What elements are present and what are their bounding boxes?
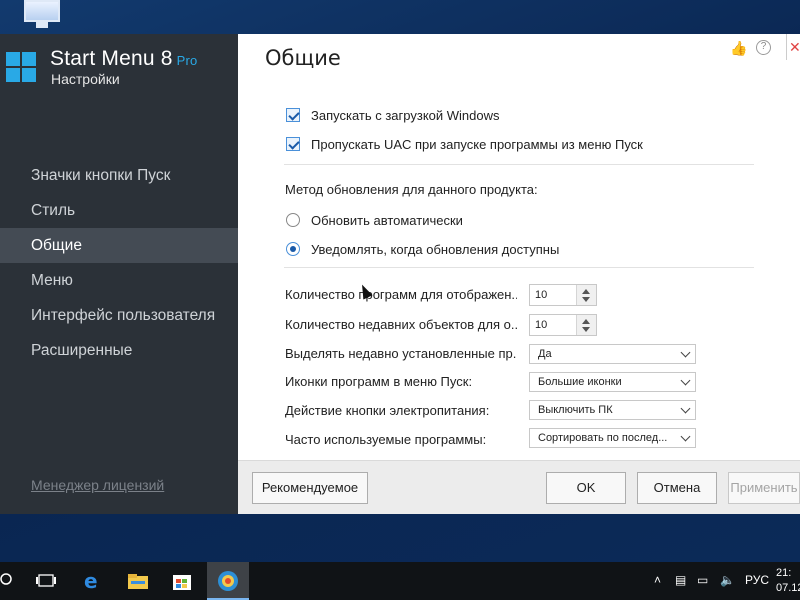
windows-logo-icon [6,52,38,84]
volume-icon[interactable]: 🔈 [720,573,735,587]
programs-count-label: Количество программ для отображен... [285,287,517,302]
update-auto-radio-row[interactable]: Обновить автоматически [286,211,463,229]
recent-count-stepper[interactable]: 10 [529,314,597,336]
power-value: Выключить ПК [538,404,613,416]
startup-checkbox-label: Запускать с загрузкой Windows [311,107,500,123]
chevron-down-icon [680,347,691,358]
skip-uac-checkbox-label: Пропускать UAC при запуске программы из … [311,136,643,152]
clock-time: 21: [776,567,792,579]
sidebar: Start Menu 8 Pro Настройки Значки кнопки … [0,34,238,514]
divider [284,267,754,268]
network-icon[interactable]: ▤ [675,573,686,587]
file-explorer-icon[interactable] [118,562,158,600]
clock-date: 07.12 [776,582,800,594]
clock[interactable]: 21: 07.12 [776,566,800,596]
sidebar-item-general[interactable]: Общие [0,228,238,263]
main-panel: Общие 👍 ? ✕ Запускать с загрузкой Window… [238,34,800,514]
sidebar-nav: Значки кнопки Пуск Стиль Общие Меню Инте… [0,158,238,368]
icons-label: Иконки программ в меню Пуск: [285,374,473,389]
icons-value: Большие иконки [538,376,622,388]
dialog-footer: Рекомендуемое OK Отмена Применить [238,460,800,514]
icons-select[interactable]: Большие иконки [529,372,696,392]
startup-checkbox-row[interactable]: Запускать с загрузкой Windows [286,106,500,124]
cancel-button[interactable]: Отмена [637,472,717,504]
edition-label: Pro [176,53,198,68]
programs-count-value[interactable]: 10 [530,285,576,305]
edge-browser-icon[interactable]: e [74,562,114,600]
help-icon[interactable]: ? [756,40,771,55]
task-view-icon[interactable] [26,562,66,600]
sidebar-item-menu[interactable]: Меню [0,263,238,298]
power-label: Действие кнопки электропитания: [285,403,490,418]
sidebar-item-advanced[interactable]: Расширенные [0,333,238,368]
chevron-up-icon[interactable]: ˄ [654,573,661,587]
license-manager-link[interactable]: Менеджер лицензий [31,477,164,493]
update-method-label: Метод обновления для данного продукта: [285,182,538,197]
frequent-select[interactable]: Сортировать по послед... [529,428,696,448]
chevron-down-icon [680,403,691,414]
recent-count-value[interactable]: 10 [530,315,576,335]
close-icon[interactable]: ✕ [786,34,800,60]
sidebar-item-start-button-icons[interactable]: Значки кнопки Пуск [0,158,238,193]
skip-uac-checkbox-row[interactable]: Пропускать UAC при запуске программы из … [286,135,643,153]
update-notify-label: Уведомлять, когда обновления доступны [311,241,560,257]
highlight-select[interactable]: Да [529,344,696,364]
settings-window: Start Menu 8 Pro Настройки Значки кнопки … [0,34,800,514]
frequent-label: Часто используемые программы: [285,432,487,447]
page-title: Общие [265,46,341,70]
apply-button[interactable]: Применить [728,472,800,504]
update-notify-radio-row[interactable]: Уведомлять, когда обновления доступны [286,240,559,258]
programs-count-stepper[interactable]: 10 [529,284,597,306]
skip-uac-checkbox[interactable] [286,137,300,151]
computer-icon[interactable] [18,0,64,30]
display-icon[interactable]: ▭ [697,573,708,587]
power-select[interactable]: Выключить ПК [529,400,696,420]
stepper-arrows-icon[interactable] [576,285,596,305]
highlight-value: Да [538,348,552,360]
chevron-down-icon [680,375,691,386]
thumbs-up-icon[interactable]: 👍 [730,40,747,56]
app-subtitle: Настройки [51,71,120,87]
language-indicator[interactable]: РУС [745,573,769,587]
store-icon[interactable] [162,562,202,600]
sidebar-item-style[interactable]: Стиль [0,193,238,228]
recent-count-label: Количество недавних объектов для о... [285,317,517,332]
sidebar-item-user-interface[interactable]: Интерфейс пользователя [0,298,238,333]
recommended-button[interactable]: Рекомендуемое [252,472,368,504]
update-auto-radio[interactable] [286,213,300,227]
highlight-label: Выделять недавно установленные пр... [285,346,517,361]
update-notify-radio[interactable] [286,242,300,256]
stepper-arrows-icon[interactable] [576,315,596,335]
start-menu-8-taskbar-icon[interactable] [207,562,249,600]
divider [284,164,754,165]
chevron-down-icon [680,431,691,442]
taskbar: e ˄ ▤ ▭ 🔈 РУС 21: 07.12 [0,562,800,600]
app-title: Start Menu 8 Pro [50,47,198,70]
startup-checkbox[interactable] [286,108,300,122]
ok-button[interactable]: OK [546,472,626,504]
svg-text:e: e [84,569,98,593]
frequent-value: Сортировать по послед... [538,432,668,444]
update-auto-label: Обновить автоматически [311,212,463,228]
